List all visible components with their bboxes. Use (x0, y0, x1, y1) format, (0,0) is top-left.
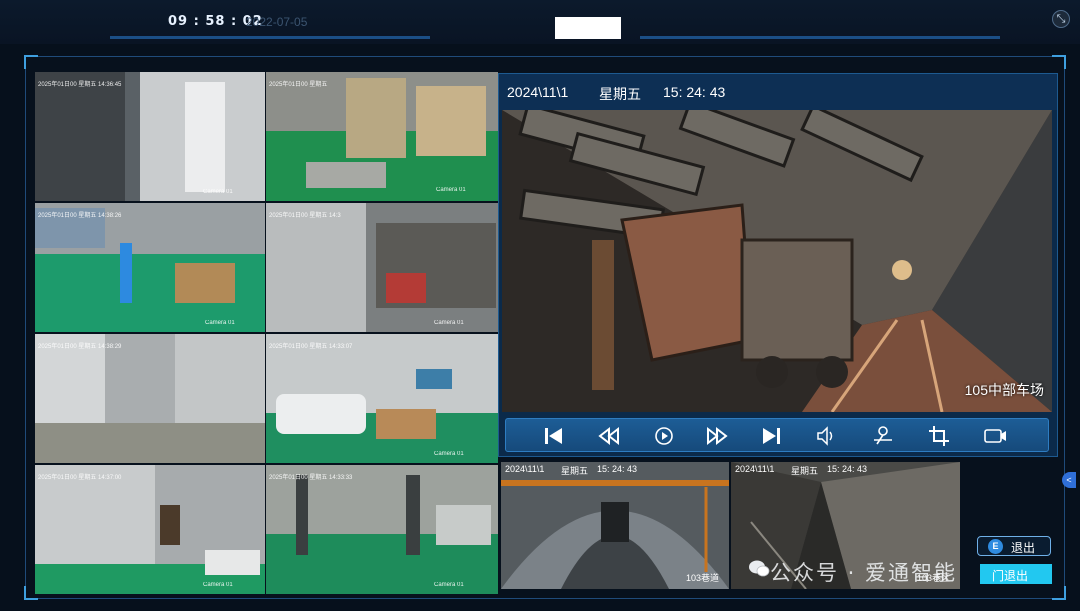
exit-door-label: 门退出 (992, 569, 1029, 583)
fast-forward-icon[interactable] (704, 423, 730, 449)
rewind-icon[interactable] (596, 423, 622, 449)
camera-timestamp: 2025年01日00 星期五 (269, 82, 328, 88)
sub-video-location: 103巷道 (685, 573, 719, 583)
camera-label: Camera 01 (434, 320, 464, 326)
camera-timestamp: 2025年01日00 星期五 14:3 (269, 213, 341, 219)
header-deco-line (110, 36, 430, 39)
sub-video-weekday: 星期五 (561, 466, 589, 476)
title-placeholder (555, 17, 621, 39)
camera-label: Camera 01 (436, 187, 466, 193)
exit-door-button[interactable]: 门退出 (980, 564, 1052, 584)
sub-video-weekday: 星期五 (791, 466, 819, 476)
mine-tunnel-image (502, 110, 1052, 412)
camera-tile[interactable]: 2025年01日00 星期五 14:33:07 Camera 01 (266, 334, 498, 463)
sub-video-time: 15: 24: 43 (827, 464, 868, 474)
main-video-time: 15: 24: 43 (663, 84, 726, 100)
camera-timestamp: 2025年01日00 星期五 14:38:26 (38, 213, 122, 219)
main-video-header: 2024\11\1 星期五 15: 24: 43 (499, 74, 1057, 110)
playback-controls (505, 418, 1049, 452)
top-bar: 09 : 58 : 02 2022-07-05 ⤡ (0, 0, 1080, 44)
side-collapse-icon[interactable]: < (1062, 472, 1076, 488)
frame-corner (1052, 55, 1066, 69)
main-video-location: 105中部车场 (964, 382, 1044, 398)
camera-timestamp: 2025年01日00 星期五 14:33:33 (269, 475, 353, 481)
skip-end-icon[interactable] (759, 423, 785, 449)
camera-timestamp: 2025年01日00 星期五 14:33:07 (269, 344, 353, 350)
camera-label: Camera 01 (203, 189, 233, 195)
sub-video-time: 15: 24: 43 (597, 464, 638, 474)
camera-label: Camera 01 (434, 582, 464, 588)
exit-icon: E (988, 539, 1003, 554)
crop-icon[interactable] (926, 423, 952, 449)
header-deco-line (640, 36, 1000, 39)
camera-tile[interactable]: 2025年01日00 星期五 Camera 01 (266, 72, 498, 201)
ptz-icon[interactable] (870, 423, 896, 449)
play-icon[interactable] (651, 423, 677, 449)
exit-button-label: 退出 (1011, 541, 1036, 555)
camera-tile[interactable]: 2025年01日00 星期五 14:33:33 Camera 01 (266, 465, 498, 594)
wechat-icon (749, 560, 770, 577)
volume-icon[interactable] (814, 423, 840, 449)
main-video[interactable]: 105中部车场 (502, 110, 1052, 412)
camera-tile[interactable]: 2025年01日00 星期五 14:38:26 Camera 01 (35, 203, 265, 332)
skip-start-icon[interactable] (540, 423, 566, 449)
camera-tile[interactable]: 2025年01日00 星期五 14:38:29 (35, 334, 265, 463)
camera-label: Camera 01 (205, 320, 235, 326)
camera-label: Camera 01 (203, 582, 233, 588)
tunnel-image (501, 462, 729, 589)
main-video-date: 2024\11\1 (507, 84, 569, 100)
sub-video-date: 2024\11\1 (505, 464, 545, 474)
fullscreen-exit-icon[interactable]: ⤡ (1052, 10, 1070, 28)
header-date: 2022-07-05 (246, 15, 308, 29)
exit-button[interactable]: E 退出 (977, 536, 1051, 556)
camera-timestamp: 2025年01日00 星期五 14:38:29 (38, 344, 122, 350)
camera-timestamp: 2025年01日00 星期五 14:37:00 (38, 475, 122, 481)
frame-corner (24, 55, 38, 69)
camera-timestamp: 2025年01日00 星期五 14:36:45 (38, 82, 122, 88)
camera-tile[interactable]: 2025年01日00 星期五 14:36:45 Camera 01 (35, 72, 265, 201)
record-icon[interactable] (982, 423, 1008, 449)
camera-tile[interactable]: 2025年01日00 星期五 14:3 Camera 01 (266, 203, 498, 332)
camera-tile[interactable]: 2025年01日00 星期五 14:37:00 Camera 01 (35, 465, 265, 594)
watermark-text: 公众号 · 爱通智能 (770, 561, 958, 585)
camera-label: Camera 01 (434, 451, 464, 457)
main-video-weekday: 星期五 (599, 86, 641, 102)
sub-video-1[interactable]: 2024\11\1 星期五 15: 24: 43 103巷道 (501, 462, 729, 589)
sub-video-date: 2024\11\1 (735, 464, 775, 474)
frame-corner (1052, 586, 1066, 600)
camera-grid: 2025年01日00 星期五 14:36:45 Camera 01 2025年0… (35, 72, 498, 594)
main-video-panel: 2024\11\1 星期五 15: 24: 43 105中部车场 (498, 73, 1058, 457)
